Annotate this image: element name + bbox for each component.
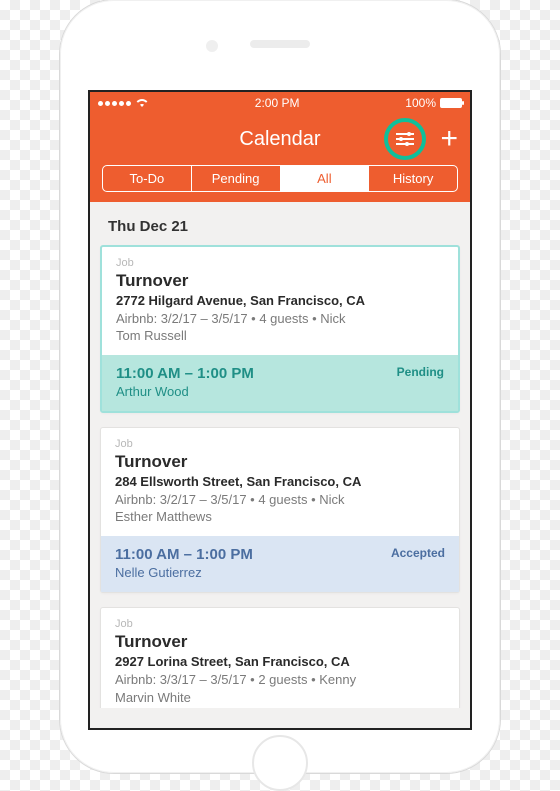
tab-pending[interactable]: Pending bbox=[192, 166, 281, 191]
job-card[interactable]: Job Turnover 2927 Lorina Street, San Fra… bbox=[100, 607, 460, 708]
job-address: 2772 Hilgard Avenue, San Francisco, CA bbox=[116, 293, 444, 308]
job-assignee: Arthur Wood bbox=[116, 384, 254, 399]
status-badge: Accepted bbox=[391, 546, 445, 560]
tab-todo[interactable]: To-Do bbox=[103, 166, 192, 191]
screen: 2:00 PM 100% Calendar bbox=[88, 90, 472, 730]
job-list[interactable]: Thu Dec 21 Job Turnover 2772 Hilgard Ave… bbox=[90, 202, 470, 708]
filter-button[interactable] bbox=[384, 118, 426, 160]
job-host: Tom Russell bbox=[116, 328, 444, 343]
segmented-control: To-Do Pending All History bbox=[102, 165, 458, 192]
job-tag: Job bbox=[115, 438, 445, 450]
job-host: Marvin White bbox=[115, 690, 445, 705]
battery-icon bbox=[440, 98, 462, 108]
job-meta: Airbnb: 3/3/17 – 3/5/17 • 2 guests • Ken… bbox=[115, 671, 445, 689]
job-host: Esther Matthews bbox=[115, 509, 445, 524]
status-bar: 2:00 PM 100% bbox=[90, 92, 470, 114]
job-address: 284 Ellsworth Street, San Francisco, CA bbox=[115, 474, 445, 489]
job-assignee: Nelle Gutierrez bbox=[115, 565, 253, 580]
status-left bbox=[98, 98, 149, 108]
add-button[interactable]: + bbox=[440, 124, 458, 154]
job-title: Turnover bbox=[115, 632, 445, 652]
home-button[interactable] bbox=[252, 735, 308, 791]
job-meta: Airbnb: 3/2/17 – 3/5/17 • 4 guests • Nic… bbox=[116, 310, 444, 328]
job-tag: Job bbox=[116, 257, 444, 269]
battery-percent: 100% bbox=[405, 96, 436, 110]
job-address: 2927 Lorina Street, San Francisco, CA bbox=[115, 654, 445, 669]
tab-all[interactable]: All bbox=[281, 166, 370, 191]
job-tag: Job bbox=[115, 618, 445, 630]
job-card[interactable]: Job Turnover 284 Ellsworth Street, San F… bbox=[100, 427, 460, 593]
job-footer: 11:00 AM – 1:00 PM Nelle Gutierrez Accep… bbox=[101, 536, 459, 592]
job-time: 11:00 AM – 1:00 PM bbox=[116, 365, 254, 382]
status-badge: Pending bbox=[397, 365, 444, 379]
nav-bar: Calendar + To-Do Pending All bbox=[90, 114, 470, 202]
filter-icon bbox=[395, 131, 415, 147]
job-footer: 11:00 AM – 1:00 PM Arthur Wood Pending bbox=[102, 355, 458, 411]
job-time: 11:00 AM – 1:00 PM bbox=[115, 546, 253, 563]
phone-speaker bbox=[250, 40, 310, 48]
signal-dots-icon bbox=[98, 101, 131, 106]
phone-frame: 2:00 PM 100% Calendar bbox=[60, 0, 500, 773]
status-time: 2:00 PM bbox=[255, 96, 300, 110]
phone-camera bbox=[206, 40, 218, 52]
date-header: Thu Dec 21 bbox=[90, 202, 470, 245]
job-title: Turnover bbox=[115, 452, 445, 472]
status-right: 100% bbox=[405, 96, 462, 110]
job-card[interactable]: Job Turnover 2772 Hilgard Avenue, San Fr… bbox=[100, 245, 460, 413]
job-title: Turnover bbox=[116, 271, 444, 291]
tab-history[interactable]: History bbox=[369, 166, 457, 191]
wifi-icon bbox=[135, 98, 149, 108]
job-meta: Airbnb: 3/2/17 – 3/5/17 • 4 guests • Nic… bbox=[115, 491, 445, 509]
